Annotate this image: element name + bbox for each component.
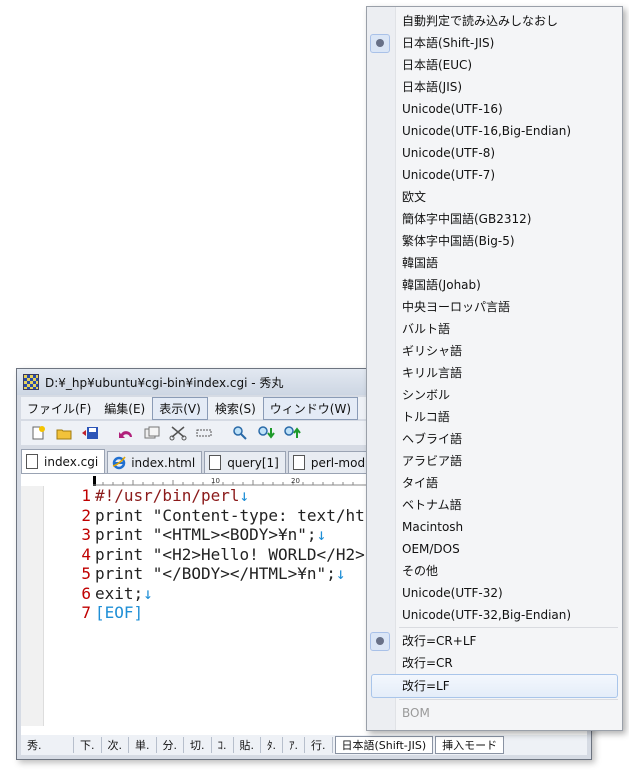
open-folder-icon[interactable] (55, 424, 73, 442)
menu-item-arabic[interactable]: アラビア語 (367, 450, 622, 472)
menu-item-korean[interactable]: 韓国語 (367, 252, 622, 274)
editor-gutter (21, 486, 44, 726)
menu-item-thai[interactable]: タイ語 (367, 472, 622, 494)
menu-item-shift-jis[interactable]: 日本語(Shift-JIS) (367, 32, 622, 54)
status-cell[interactable]: 単. (129, 737, 157, 753)
document-icon (26, 454, 38, 469)
menu-item-gb2312[interactable]: 簡体字中国語(GB2312) (367, 208, 622, 230)
code-text: print "Content-type: text/ht (95, 505, 365, 525)
line-number: 3 (81, 525, 91, 545)
tab-label: index.cgi (44, 454, 99, 469)
menu-item-utf16-be[interactable]: Unicode(UTF-16,Big-Endian) (367, 120, 622, 142)
menu-view[interactable]: 表示(V) (152, 396, 208, 420)
hidemaru-app-icon (23, 374, 39, 390)
line-number: 5 (81, 564, 91, 584)
search-icon[interactable] (231, 424, 249, 442)
insert-mode-status[interactable]: 挿入モード (435, 736, 505, 754)
document-icon (209, 455, 222, 470)
search-up-icon[interactable] (283, 424, 301, 442)
code-text: exit; (95, 583, 144, 603)
status-cell[interactable]: 下. (74, 737, 102, 753)
menu-item-utf32-be[interactable]: Unicode(UTF-32,Big-Endian) (367, 604, 622, 626)
status-cell[interactable]: ｱ. (283, 737, 305, 753)
menu-item-utf7[interactable]: Unicode(UTF-7) (367, 164, 622, 186)
status-cell[interactable]: ﾀ. (261, 737, 283, 753)
encoding-status[interactable]: 日本語(Shift-JIS) (334, 736, 434, 754)
tab-index-cgi[interactable]: index.cgi (21, 449, 106, 473)
code-text: print "<HTML><BODY>¥n"; (95, 525, 317, 545)
save-icon[interactable] (81, 424, 99, 442)
line-number: 7 (81, 603, 91, 623)
newline-mark: ↓ (239, 486, 250, 506)
status-cell[interactable]: 次. (102, 737, 129, 753)
tab-index-html[interactable]: index.html (107, 451, 203, 473)
menu-file[interactable]: ファイル(F) (21, 398, 97, 419)
code-text: print "</BODY></HTML>¥n"; (95, 564, 336, 584)
status-cell[interactable]: 貼. (234, 737, 261, 753)
menu-item-newline-lf[interactable]: 改行=LF (371, 674, 618, 698)
menu-item-turkish[interactable]: トルコ語 (367, 406, 622, 428)
menu-search[interactable]: 検索(S) (209, 398, 262, 419)
cut-icon[interactable] (169, 424, 187, 442)
menu-item-other[interactable]: その他 (367, 560, 622, 582)
status-cell[interactable]: 分. (157, 737, 184, 753)
menu-item-baltic[interactable]: バルト語 (367, 318, 622, 340)
newline-mark: ↓ (335, 564, 346, 584)
tab-label: index.html (131, 455, 196, 470)
menu-item-newline-cr[interactable]: 改行=CR (367, 652, 622, 674)
line-number: 4 (81, 544, 91, 564)
code-text: #!/usr/bin/perl (95, 486, 240, 506)
menu-item-greek[interactable]: ギリシャ語 (367, 340, 622, 362)
menu-item-big5[interactable]: 繁体字中国語(Big-5) (367, 230, 622, 252)
menu-item-hebrew[interactable]: ヘブライ語 (367, 428, 622, 450)
menu-item-western[interactable]: 欧文 (367, 186, 622, 208)
status-bar: 秀. 下. 次. 単. 分. 切. ｺ. 貼. ﾀ. ｱ. 行. 日本語(Shi… (21, 735, 587, 755)
encoding-popup-menu: 自動判定で読み込みしなおし 日本語(Shift-JIS) 日本語(EUC) 日本… (366, 6, 623, 731)
menu-item-central-europe[interactable]: 中央ヨーロッパ言語 (367, 296, 622, 318)
tab-perl-mod[interactable]: perl-mod (287, 451, 373, 473)
copy-icon[interactable] (143, 424, 161, 442)
status-cell[interactable]: 秀. (21, 737, 74, 753)
menu-item-macintosh[interactable]: Macintosh (367, 516, 622, 538)
line-number: 2 (81, 505, 91, 525)
paste-icon[interactable] (195, 424, 213, 442)
window-title: D:¥_hp¥ubuntu¥cgi-bin¥index.cgi - 秀丸 (45, 375, 284, 390)
column-ruler: 10 20 (93, 476, 393, 486)
ie-icon (112, 456, 126, 470)
tab-label: perl-mod (310, 455, 366, 470)
status-cell[interactable]: ｺ. (212, 737, 234, 753)
ruler-mark-10: 10 (211, 477, 220, 485)
search-down-icon[interactable] (257, 424, 275, 442)
menu-item-utf32[interactable]: Unicode(UTF-32) (367, 582, 622, 604)
menu-item-jis[interactable]: 日本語(JIS) (367, 76, 622, 98)
menu-item-euc[interactable]: 日本語(EUC) (367, 54, 622, 76)
menu-item-korean-johab[interactable]: 韓国語(Johab) (367, 274, 622, 296)
menu-item-bom: BOM (402, 706, 430, 720)
eof-marker: [EOF] (95, 603, 144, 623)
menu-item-symbol[interactable]: シンボル (367, 384, 622, 406)
tab-label: query[1] (227, 455, 279, 470)
status-cell[interactable]: 行. (305, 737, 333, 753)
menu-edit[interactable]: 編集(E) (98, 398, 151, 419)
undo-icon[interactable] (117, 424, 135, 442)
menu-item-newline-crlf[interactable]: 改行=CR+LF (367, 630, 622, 652)
menu-item-utf8[interactable]: Unicode(UTF-8) (367, 142, 622, 164)
menu-item-cyrillic[interactable]: キリル言語 (367, 362, 622, 384)
document-icon (292, 455, 305, 470)
line-number: 1 (81, 486, 91, 506)
menu-item-oem-dos[interactable]: OEM/DOS (367, 538, 622, 560)
menu-window[interactable]: ウィンドウ(W) (262, 396, 359, 420)
menu-item-auto-detect-reload[interactable]: 自動判定で読み込みしなおし (367, 10, 622, 32)
new-file-icon[interactable] (29, 424, 47, 442)
tab-query[interactable]: query[1] (204, 451, 286, 473)
menu-item-utf16[interactable]: Unicode(UTF-16) (367, 98, 622, 120)
status-cell[interactable]: 切. (184, 737, 212, 753)
newline-mark: ↓ (143, 583, 153, 603)
ruler-mark-20: 20 (291, 477, 300, 485)
line-number: 6 (81, 583, 91, 603)
menu-item-vietnamese[interactable]: ベトナム語 (367, 494, 622, 516)
newline-mark: ↓ (316, 525, 327, 545)
code-text: print "<H2>Hello! WORLD</H2> (95, 544, 365, 564)
